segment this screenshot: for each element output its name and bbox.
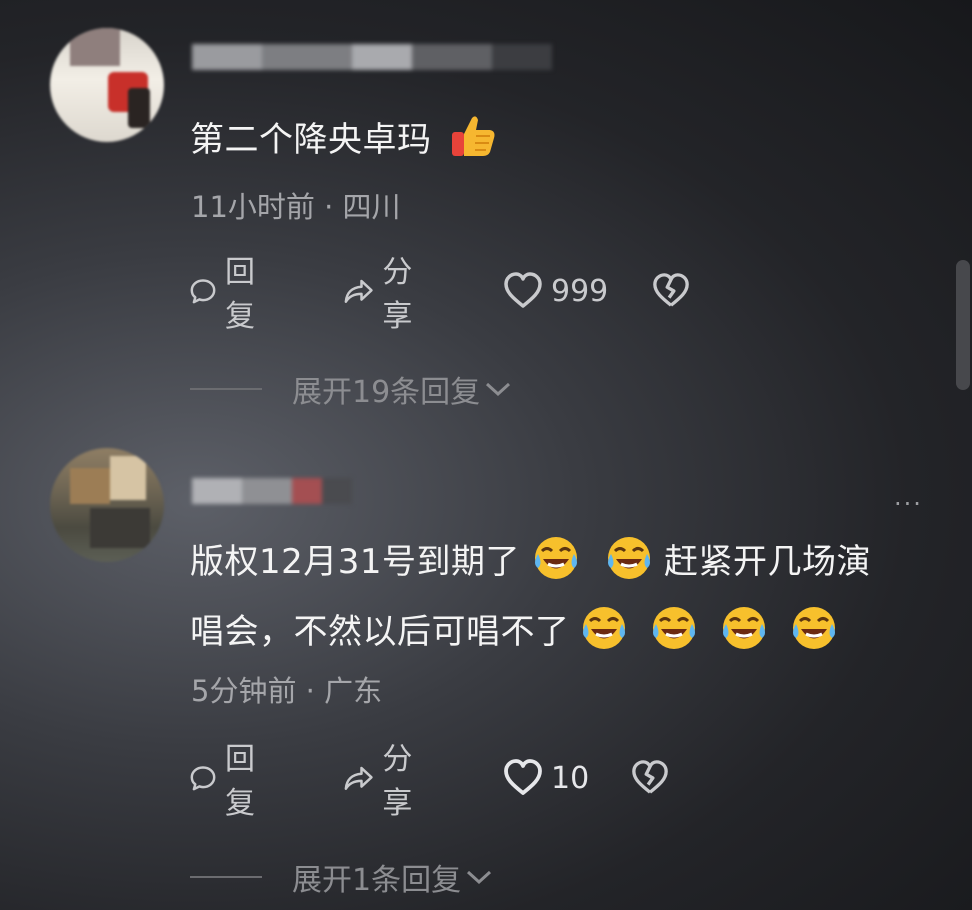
like-count: 10 xyxy=(551,760,590,796)
more-options-button[interactable]: ··· xyxy=(894,490,923,518)
share-button[interactable]: 分享 xyxy=(343,742,425,821)
divider-line xyxy=(190,876,262,878)
share-button[interactable]: 分享 xyxy=(343,255,425,334)
username-blurred[interactable] xyxy=(192,44,552,70)
heart-icon xyxy=(504,759,542,795)
expand-replies[interactable]: 展开19条回复 xyxy=(190,367,512,411)
like-count: 999 xyxy=(551,273,609,309)
chevron-down-icon xyxy=(467,870,492,885)
username-blurred[interactable] xyxy=(192,478,352,504)
comment-meta: 11小时前 · 四川 xyxy=(191,190,401,224)
reply-button[interactable]: 回复 xyxy=(189,742,267,821)
avatar[interactable] xyxy=(50,448,164,562)
speech-bubble-icon xyxy=(190,766,216,791)
expand-replies[interactable]: 展开1条回复 xyxy=(190,855,493,899)
speech-bubble-icon xyxy=(190,279,216,304)
thumbs-up-emoji xyxy=(451,116,494,156)
like-button[interactable]: 10 xyxy=(503,758,589,798)
scrollbar[interactable] xyxy=(956,260,970,390)
broken-heart-icon xyxy=(632,760,668,794)
comment-meta: 5分钟前 · 广东 xyxy=(191,674,383,708)
comment-text: 版权12月31号到期了 赶紧开几场演 xyxy=(190,526,871,598)
face-with-tears-of-joy-emoji xyxy=(792,607,835,649)
reply-button[interactable]: 回复 xyxy=(189,255,267,334)
face-with-tears-of-joy-emoji xyxy=(652,607,695,649)
like-button[interactable]: 999 xyxy=(503,271,608,311)
face-with-tears-of-joy-emoji xyxy=(608,537,651,579)
divider-line xyxy=(190,388,262,390)
broken-heart-icon xyxy=(653,273,689,307)
chevron-down-icon xyxy=(486,382,511,397)
comment-text: 第二个降央卓玛 xyxy=(190,104,509,176)
share-arrow-icon xyxy=(344,766,373,790)
comment-text-line2: 唱会，不然以后可唱不了 xyxy=(190,596,849,668)
share-arrow-icon xyxy=(344,279,373,303)
face-with-tears-of-joy-emoji xyxy=(535,537,578,579)
face-with-tears-of-joy-emoji xyxy=(582,607,625,649)
heart-icon xyxy=(504,272,542,308)
avatar[interactable] xyxy=(50,28,164,142)
face-with-tears-of-joy-emoji xyxy=(722,607,765,649)
dislike-button[interactable] xyxy=(631,758,669,798)
dislike-button[interactable] xyxy=(652,271,690,311)
